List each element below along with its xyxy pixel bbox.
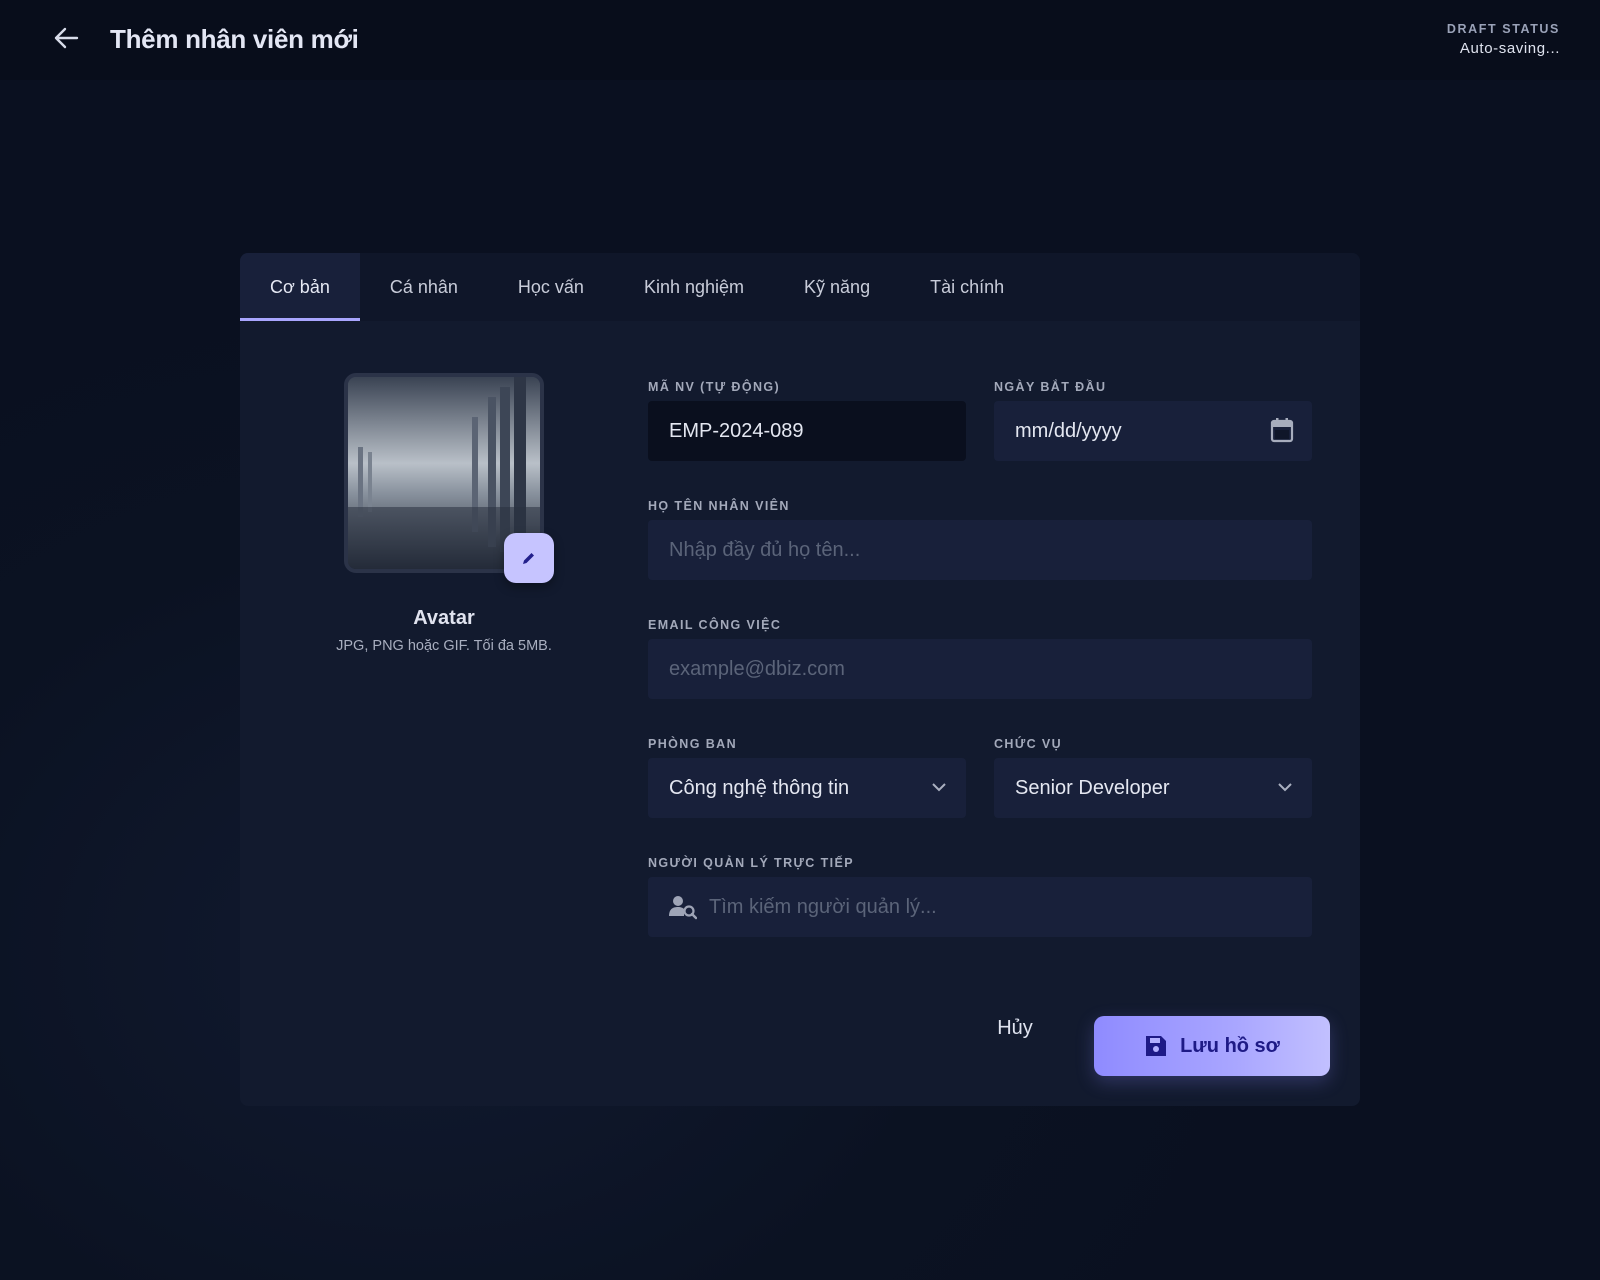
email-input[interactable]: example@dbiz.com — [648, 639, 1312, 699]
save-icon — [1146, 1036, 1167, 1056]
manager-label: NGƯỜI QUẢN LÝ TRỰC TIẾP — [648, 856, 854, 870]
employee-id-value: EMP-2024-089 — [669, 419, 804, 442]
chevron-down-icon — [1276, 778, 1294, 802]
tab-co-ban[interactable]: Cơ bản — [240, 253, 360, 321]
tab-tai-chinh[interactable]: Tài chính — [900, 253, 1034, 321]
position-value: Senior Developer — [1015, 776, 1170, 799]
full-name-label: HỌ TÊN NHÂN VIÊN — [648, 499, 790, 513]
calendar-icon[interactable] — [1270, 417, 1294, 449]
chevron-down-icon — [930, 778, 948, 802]
email-placeholder: example@dbiz.com — [669, 657, 845, 680]
draft-status-label: DRAFT STATUS — [1446, 22, 1560, 36]
tab-hoc-van[interactable]: Học vấn — [488, 253, 614, 321]
avatar-title: Avatar — [413, 607, 475, 629]
position-label: CHỨC VỤ — [994, 737, 1063, 751]
person-search-icon — [669, 894, 697, 920]
department-label: PHÒNG BAN — [648, 737, 737, 751]
email-label: EMAIL CÔNG VIỆC — [648, 618, 782, 632]
avatar-hint: JPG, PNG hoặc GIF. Tối đa 5MB. — [336, 638, 552, 654]
department-value: Công nghệ thông tin — [669, 776, 850, 799]
start-date-input[interactable]: mm/dd/yyyy — [994, 401, 1312, 461]
manager-placeholder: Tìm kiếm người quản lý... — [709, 895, 937, 918]
draft-status: DRAFT STATUS Auto-saving... — [1447, 22, 1560, 57]
employee-form-card: Cơ bản Cá nhân Học vấn Kinh nghiệm Kỹ nă… — [240, 253, 1360, 1106]
top-bar: Thêm nhân viên mới DRAFT STATUS Auto-sav… — [0, 0, 1600, 80]
start-date-label: NGÀY BẮT ĐẦU — [994, 380, 1107, 394]
edit-avatar-button[interactable] — [504, 533, 554, 583]
cancel-button[interactable]: Hủy — [975, 1008, 1055, 1048]
save-button[interactable]: Lưu hồ sơ — [1094, 1016, 1330, 1076]
employee-id-field: EMP-2024-089 — [648, 401, 966, 461]
department-select[interactable]: Công nghệ thông tin — [648, 758, 966, 818]
position-select[interactable]: Senior Developer — [994, 758, 1312, 818]
back-arrow-icon[interactable] — [50, 22, 82, 54]
save-button-label: Lưu hồ sơ — [1180, 1034, 1280, 1057]
manager-search-input[interactable]: Tìm kiếm người quản lý... — [648, 877, 1312, 937]
tab-bar: Cơ bản Cá nhân Học vấn Kinh nghiệm Kỹ nă… — [240, 253, 1360, 321]
tab-kinh-nghiem[interactable]: Kinh nghiệm — [614, 253, 774, 321]
start-date-placeholder: mm/dd/yyyy — [1015, 419, 1122, 442]
page-title: Thêm nhân viên mới — [110, 24, 359, 54]
draft-status-value: Auto-saving... — [1459, 40, 1560, 57]
full-name-placeholder: Nhập đầy đủ họ tên... — [669, 538, 861, 561]
tab-ca-nhan[interactable]: Cá nhân — [360, 253, 488, 321]
employee-id-label: MÃ NV (TỰ ĐỘNG) — [648, 380, 781, 394]
tab-ky-nang[interactable]: Kỹ năng — [774, 253, 900, 321]
pencil-icon — [523, 553, 534, 564]
full-name-input[interactable]: Nhập đầy đủ họ tên... — [648, 520, 1312, 580]
